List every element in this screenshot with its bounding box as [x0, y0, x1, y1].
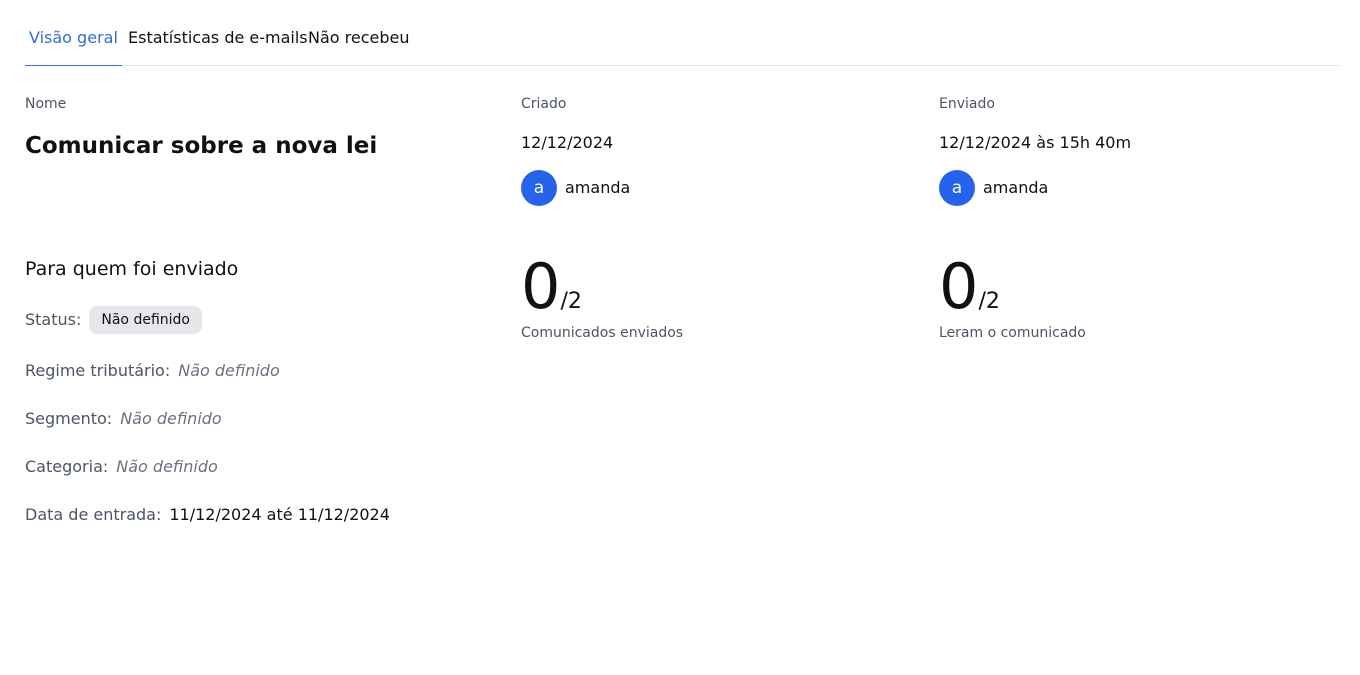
data-entrada-label: Data de entrada: [25, 505, 162, 524]
segmento-label: Segmento: [25, 409, 113, 428]
created-label: Criado [521, 96, 567, 112]
name-label: Nome [25, 96, 67, 112]
categoria-label: Categoria: [25, 457, 109, 476]
categoria-value: Não definido [116, 457, 218, 476]
segmento-value: Não definido [120, 409, 222, 428]
read-stat: 0/2 [939, 256, 1000, 318]
sent-label: Enviado [939, 96, 995, 112]
regime-value: Não definido [178, 361, 280, 380]
categoria-row: Categoria: Não definido [25, 457, 218, 477]
sent-by-name: amanda [983, 178, 1049, 197]
regime-row: Regime tributário: Não definido [25, 361, 280, 381]
sent-stat: 0/2 [521, 256, 582, 318]
sent-count: 0 [521, 250, 561, 323]
sent-caption: Comunicados enviados [521, 325, 684, 341]
status-badge: Não definido [89, 306, 202, 334]
read-caption: Leram o comunicado [939, 325, 1086, 341]
avatar: a [939, 170, 975, 206]
sent-date: 12/12/2024 às 15h 40m [939, 133, 1132, 152]
tab-visao-geral[interactable]: Visão geral [25, 28, 122, 66]
regime-label: Regime tributário: [25, 361, 171, 380]
created-by-name: amanda [565, 178, 631, 197]
communication-title: Comunicar sobre a nova lei [25, 133, 378, 159]
tab-nao-recebeu[interactable]: Não recebeu [304, 28, 414, 66]
avatar: a [521, 170, 557, 206]
created-date: 12/12/2024 [521, 133, 614, 152]
sent-total: /2 [560, 289, 582, 314]
read-count: 0 [939, 250, 979, 323]
tab-bar: Visão geral Estatísticas de e-mails Não … [25, 0, 1340, 66]
recipients-section-title: Para quem foi enviado [25, 258, 239, 280]
data-entrada-row: Data de entrada: 11/12/2024 até 11/12/20… [25, 505, 390, 525]
read-total: /2 [978, 289, 1000, 314]
created-by-user: a amanda [521, 170, 630, 206]
sent-by-user: a amanda [939, 170, 1048, 206]
data-entrada-value: 11/12/2024 até 11/12/2024 [169, 505, 390, 524]
status-label: Status: [25, 310, 82, 329]
segmento-row: Segmento: Não definido [25, 409, 222, 429]
tab-estatisticas-emails[interactable]: Estatísticas de e-mails [124, 28, 312, 66]
status-row: Status: Não definido [25, 306, 202, 334]
